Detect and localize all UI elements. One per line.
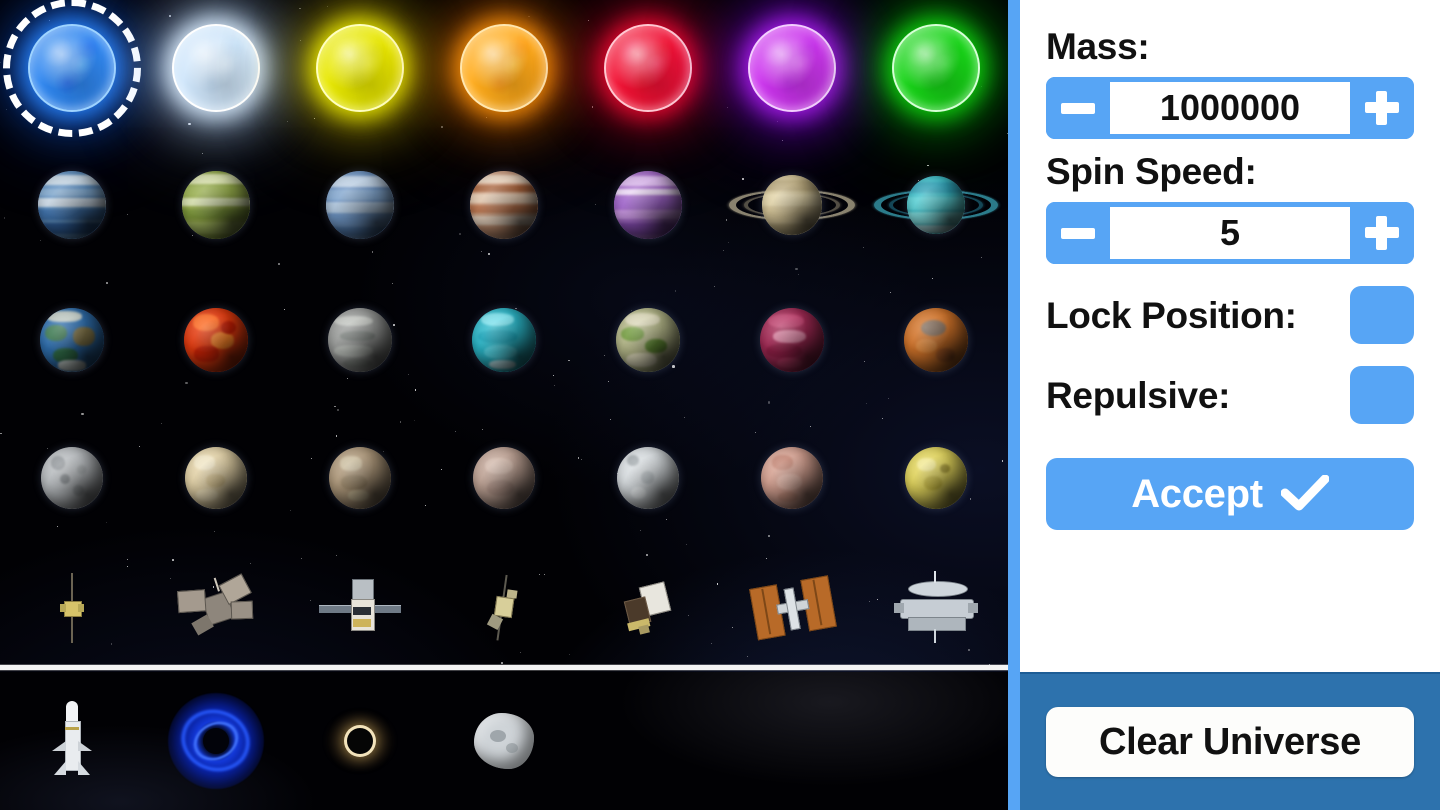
picker-item-uranus-ringed-planet[interactable]: [864, 150, 1008, 260]
picker-item-rocket[interactable]: [0, 672, 144, 810]
picker-item-telescope-satellite[interactable]: [576, 550, 720, 665]
spin-speed-stepper[interactable]: 5: [1046, 202, 1414, 264]
checkmark-icon: [1280, 475, 1329, 511]
row-special-objects: [0, 672, 1008, 810]
row-stars: [0, 0, 1008, 137]
picker-item-probe-spacecraft[interactable]: [144, 550, 288, 665]
clear-universe-label: Clear Universe: [1099, 720, 1361, 763]
app-root: Mass: 1000000 Spin Speed: 5 Lock Positio…: [0, 0, 1440, 810]
picker-item-blue-banded-gas-giant[interactable]: [0, 150, 144, 260]
picker-item-antenna-satellite[interactable]: [0, 550, 144, 665]
picker-item-solar-panel-satellite[interactable]: [288, 550, 432, 665]
properties-panel-bottom: Clear Universe: [1020, 672, 1440, 810]
picker-item-dusty-pink-moon[interactable]: [432, 420, 576, 535]
picker-item-blue-wormhole[interactable]: [144, 672, 288, 810]
panel-divider-rail: [1008, 0, 1020, 810]
picker-item-saturn-ringed-planet[interactable]: [720, 150, 864, 260]
spin-speed-decrement-button[interactable]: [1046, 202, 1110, 264]
picker-item-io-yellow-moon[interactable]: [864, 420, 1008, 535]
row-terrestrial-planets: [0, 285, 1008, 395]
spin-speed-label: Spin Speed:: [1046, 151, 1257, 192]
minus-icon: [1061, 102, 1095, 114]
picker-item-magenta-star[interactable]: [720, 0, 864, 135]
mass-stepper[interactable]: 1000000: [1046, 77, 1414, 139]
picker-item-pale-blue-gas-giant[interactable]: [288, 150, 432, 260]
mass-value[interactable]: 1000000: [1110, 82, 1350, 134]
picker-item-space-station-iss[interactable]: [720, 550, 864, 665]
accept-button-label: Accept: [1131, 471, 1263, 516]
properties-panel: Mass: 1000000 Spin Speed: 5 Lock Positio…: [1020, 0, 1440, 810]
picker-item-crimson-planet[interactable]: [720, 285, 864, 395]
picker-item-purple-banded-gas-giant[interactable]: [576, 150, 720, 260]
picker-item-green-star[interactable]: [864, 0, 1008, 135]
spin-speed-value[interactable]: 5: [1110, 207, 1350, 259]
picker-item-orange-star[interactable]: [432, 0, 576, 135]
repulsive-label: Repulsive:: [1046, 374, 1231, 416]
mass-increment-button[interactable]: [1350, 77, 1414, 139]
picker-item-mars-planet[interactable]: [864, 285, 1008, 395]
plus-icon: [1365, 91, 1399, 125]
object-picker-area[interactable]: [0, 0, 1008, 810]
mass-decrement-button[interactable]: [1046, 77, 1110, 139]
picker-item-forest-planet[interactable]: [576, 285, 720, 395]
lock-position-label: Lock Position:: [1046, 294, 1297, 336]
lock-position-checkbox[interactable]: [1350, 286, 1414, 344]
minus-icon: [1061, 227, 1095, 239]
mass-label: Mass:: [1046, 26, 1150, 67]
picker-item-lava-planet[interactable]: [144, 285, 288, 395]
picker-item-black-hole[interactable]: [288, 672, 432, 810]
picker-item-large-orbital-station[interactable]: [864, 550, 1008, 665]
row-moons-and-dwarfs: [0, 420, 1008, 535]
picker-item-red-star[interactable]: [576, 0, 720, 135]
row-gas-giants: [0, 150, 1008, 260]
picker-item-tan-moon[interactable]: [288, 420, 432, 535]
picker-item-small-observatory-satellite[interactable]: [432, 550, 576, 665]
picker-item-cream-moon[interactable]: [144, 420, 288, 535]
lock-position-row: Lock Position:: [1046, 286, 1414, 344]
picker-item-asteroid[interactable]: [432, 672, 576, 810]
picker-item-white-star[interactable]: [144, 0, 288, 135]
repulsive-checkbox[interactable]: [1350, 366, 1414, 424]
picker-item-ocean-ice-planet[interactable]: [432, 285, 576, 395]
picker-item-green-banded-gas-giant[interactable]: [144, 150, 288, 260]
spin-speed-increment-button[interactable]: [1350, 202, 1414, 264]
picker-item-earth-planet[interactable]: [0, 285, 144, 395]
picker-item-blue-star[interactable]: [0, 0, 144, 137]
object-grid: [0, 0, 1008, 665]
accept-button[interactable]: Accept: [1046, 458, 1414, 530]
picker-item-grey-cratered-moon[interactable]: [0, 420, 144, 535]
properties-panel-top: Mass: 1000000 Spin Speed: 5 Lock Positio…: [1020, 0, 1440, 672]
row-spacecraft: [0, 550, 1008, 665]
picker-item-salmon-moon[interactable]: [720, 420, 864, 535]
picker-row-divider: [0, 665, 1008, 670]
repulsive-row: Repulsive:: [1046, 366, 1414, 424]
picker-item-icy-white-moon[interactable]: [576, 420, 720, 535]
picker-item-yellow-star[interactable]: [288, 0, 432, 135]
picker-item-grey-rocky-planet[interactable]: [288, 285, 432, 395]
picker-item-jupiter-gas-giant[interactable]: [432, 150, 576, 260]
plus-icon: [1365, 216, 1399, 250]
clear-universe-button[interactable]: Clear Universe: [1046, 707, 1414, 777]
